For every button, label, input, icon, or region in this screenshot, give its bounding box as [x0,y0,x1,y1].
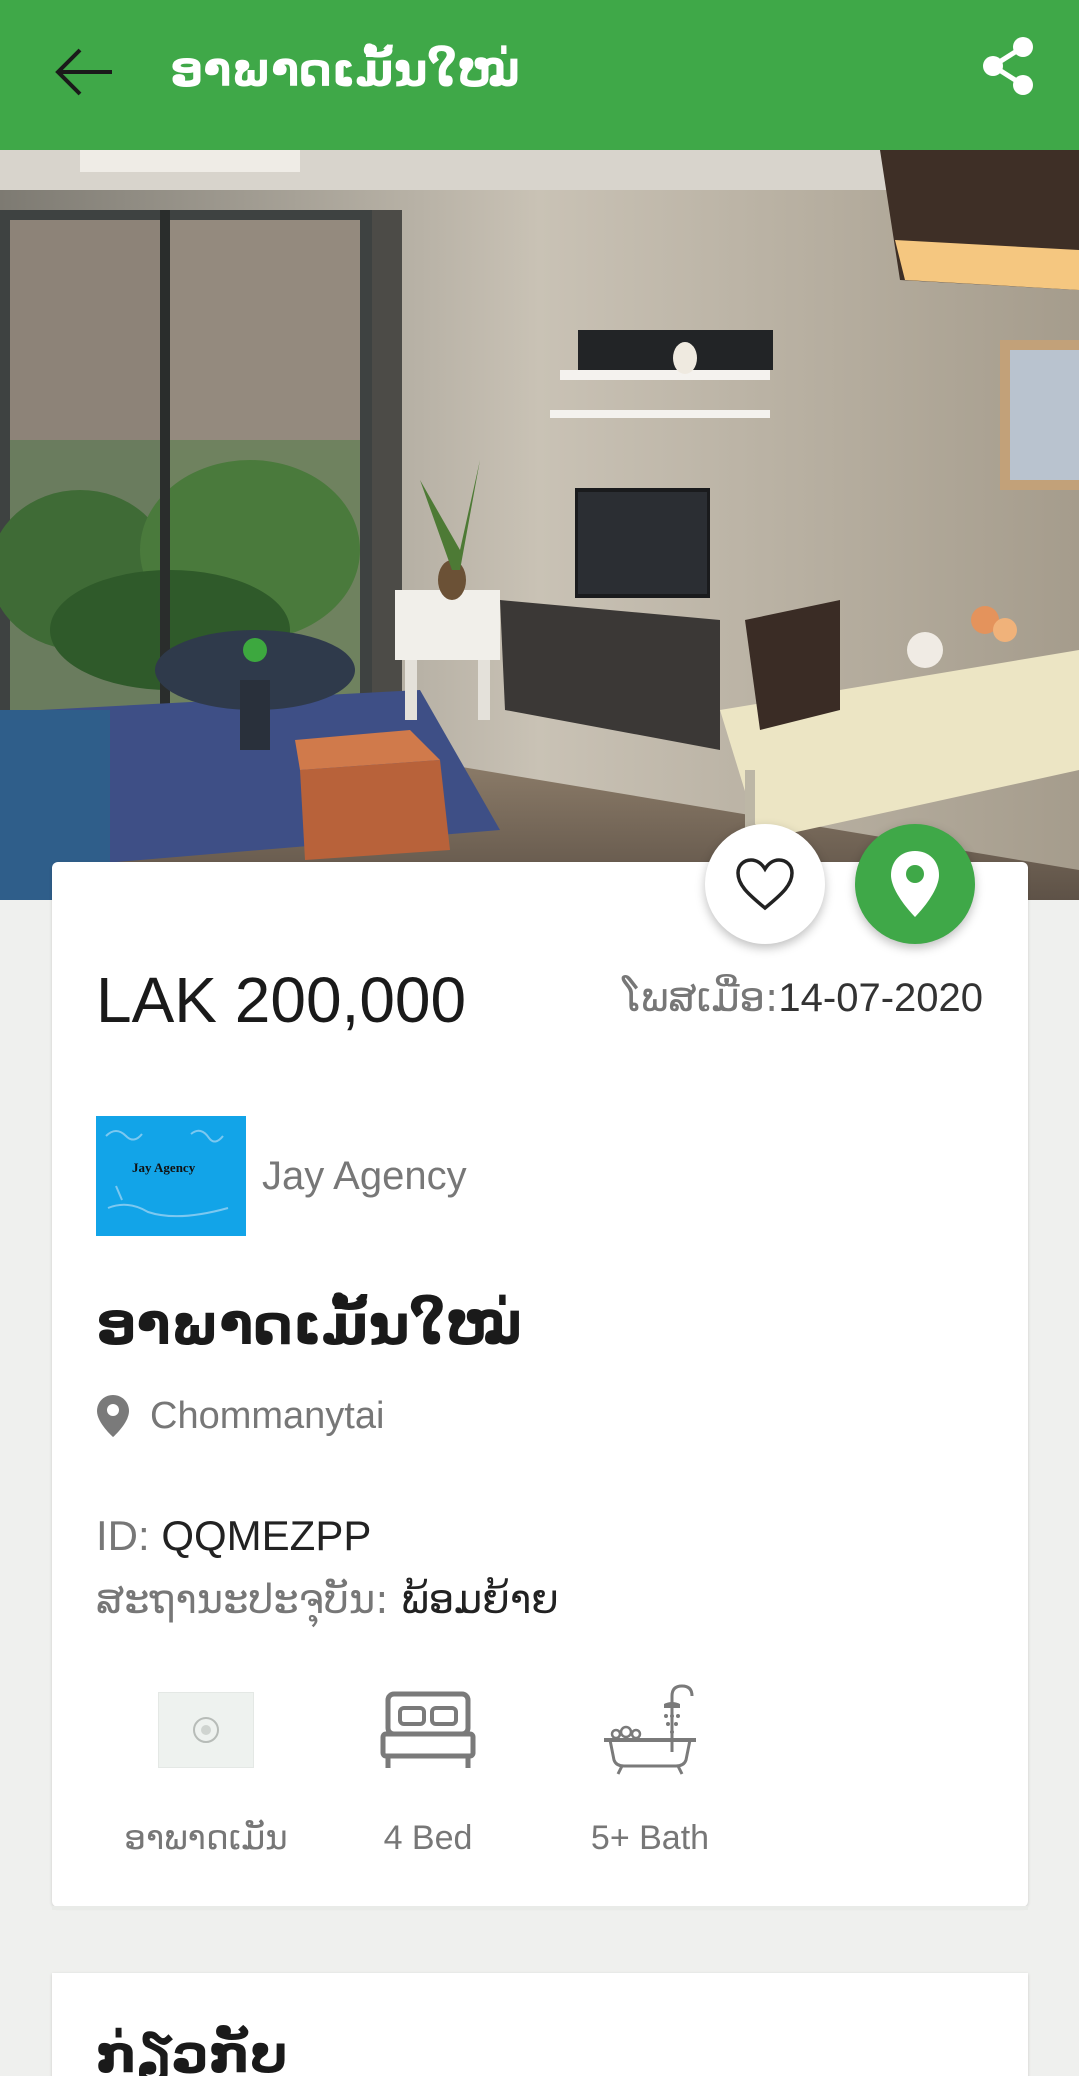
feature-label: 5+ Bath [590,1819,710,1857]
listing-status-value: ພ້ອມຍ້າຍ [401,1577,559,1623]
listing-id: ID: QQMEZPP [96,1508,371,1564]
listing-status-label: ສະຖານະປະຈຸບັນ: [96,1577,389,1623]
listing-id-label: ID: [96,1512,150,1559]
posted-date-label: ໂພສເມື່ອ: [622,975,779,1021]
living-room-photo [0,150,1079,900]
map-button[interactable] [855,824,975,944]
agent-logo[interactable]: Jay Agency [96,1116,246,1236]
favorite-button[interactable] [705,824,825,944]
bathtub-icon [604,1684,696,1775]
feature-bathrooms: 5+ Bath [550,1680,750,1860]
feature-bedrooms: 4 Bed [328,1680,528,1860]
about-section-title: ກ່ຽວກັບ [96,2025,288,2076]
app-bar-title: ອາພາດເມັ້ນໃໝ່ [170,43,521,97]
listing-location: Chommanytai [96,1390,384,1442]
heart-outline-icon [736,858,794,911]
agent-name[interactable]: Jay Agency [262,1148,467,1204]
feature-property-type: ອາພາດເມັນ [106,1680,306,1860]
posted-date: ໂພສເມື່ອ:14-07-2020 [623,970,983,1026]
location-text: Chommanytai [150,1395,385,1437]
share-button[interactable] [972,28,1044,104]
section-divider [52,1906,1028,1910]
property-type-icon [158,1692,254,1768]
listing-status: ສະຖານະປະຈຸບັນ: ພ້ອມຍ້າຍ [96,1572,559,1628]
listing-title: ອາພາດເມັ້ນໃໝ່ [96,1293,523,1358]
posted-date-value: 14-07-2020 [778,976,983,1020]
listing-price: LAK 200,000 [96,964,467,1036]
back-button[interactable] [48,36,120,108]
app-bar: ອາພາດເມັ້ນໃໝ່ [0,0,1079,150]
share-icon [983,37,1033,95]
map-pin-icon [891,851,939,917]
listing-photo[interactable] [0,150,1079,900]
bed-icon [380,1691,476,1768]
agent-logo-scribble [105,1129,229,1218]
location-pin-icon [97,1395,129,1437]
feature-label: 4 Bed [383,1819,473,1857]
feature-label: ອາພາດເມັນ [124,1819,288,1857]
agent-logo-text: Jay Agency [132,1160,196,1175]
arrow-left-icon [55,48,112,96]
listing-id-value: QQMEZPP [161,1512,372,1559]
